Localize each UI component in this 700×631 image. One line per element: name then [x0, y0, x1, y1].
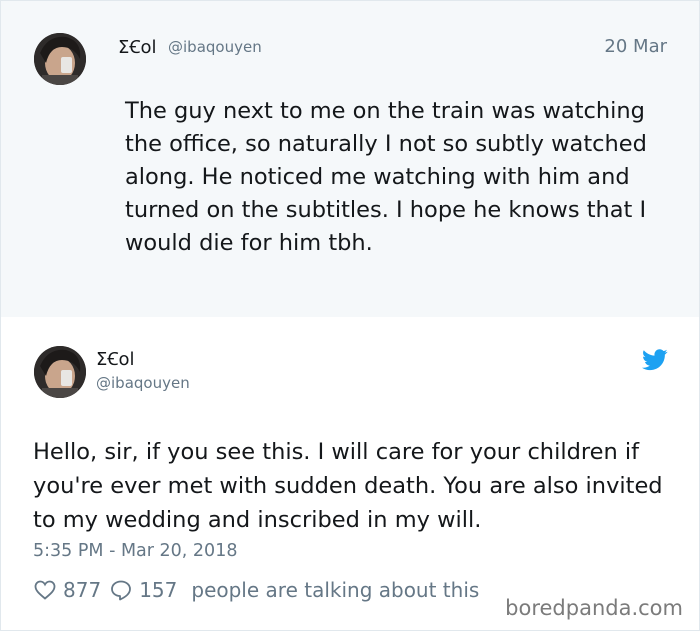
heart-icon[interactable] — [33, 578, 57, 602]
display-name[interactable]: ΣꞒol — [96, 347, 134, 371]
reply-count[interactable]: 157 — [139, 578, 177, 602]
user-handle[interactable]: @ibaqouyen — [96, 374, 190, 392]
tweet-date[interactable]: 20 Mar — [604, 36, 667, 57]
tweet-embed-card: ΣꞒol @ibaqouyen 20 Mar The guy next to m… — [0, 0, 700, 631]
tweet-actions: 877 157 people are talking about this — [33, 576, 479, 604]
twitter-bird-icon[interactable] — [642, 349, 668, 371]
avatar[interactable] — [34, 33, 86, 85]
tweet-timestamp[interactable]: 5:35 PM - Mar 20, 2018 — [33, 541, 237, 561]
display-name[interactable]: ΣꞒol — [118, 35, 156, 59]
user-handle[interactable]: @ibaqouyen — [168, 38, 262, 56]
like-count[interactable]: 877 — [63, 578, 101, 602]
tweet-text: Hello, sir, if you see this. I will care… — [33, 439, 663, 533]
tweet-text: The guy next to me on the train was watc… — [125, 98, 647, 256]
avatar[interactable] — [34, 346, 86, 398]
speech-bubble-icon[interactable] — [109, 578, 133, 602]
talking-about-link[interactable]: people are talking about this — [191, 578, 479, 602]
parent-tweet[interactable]: ΣꞒol @ibaqouyen 20 Mar The guy next to m… — [1, 1, 699, 317]
watermark: boredpanda.com — [505, 596, 683, 620]
